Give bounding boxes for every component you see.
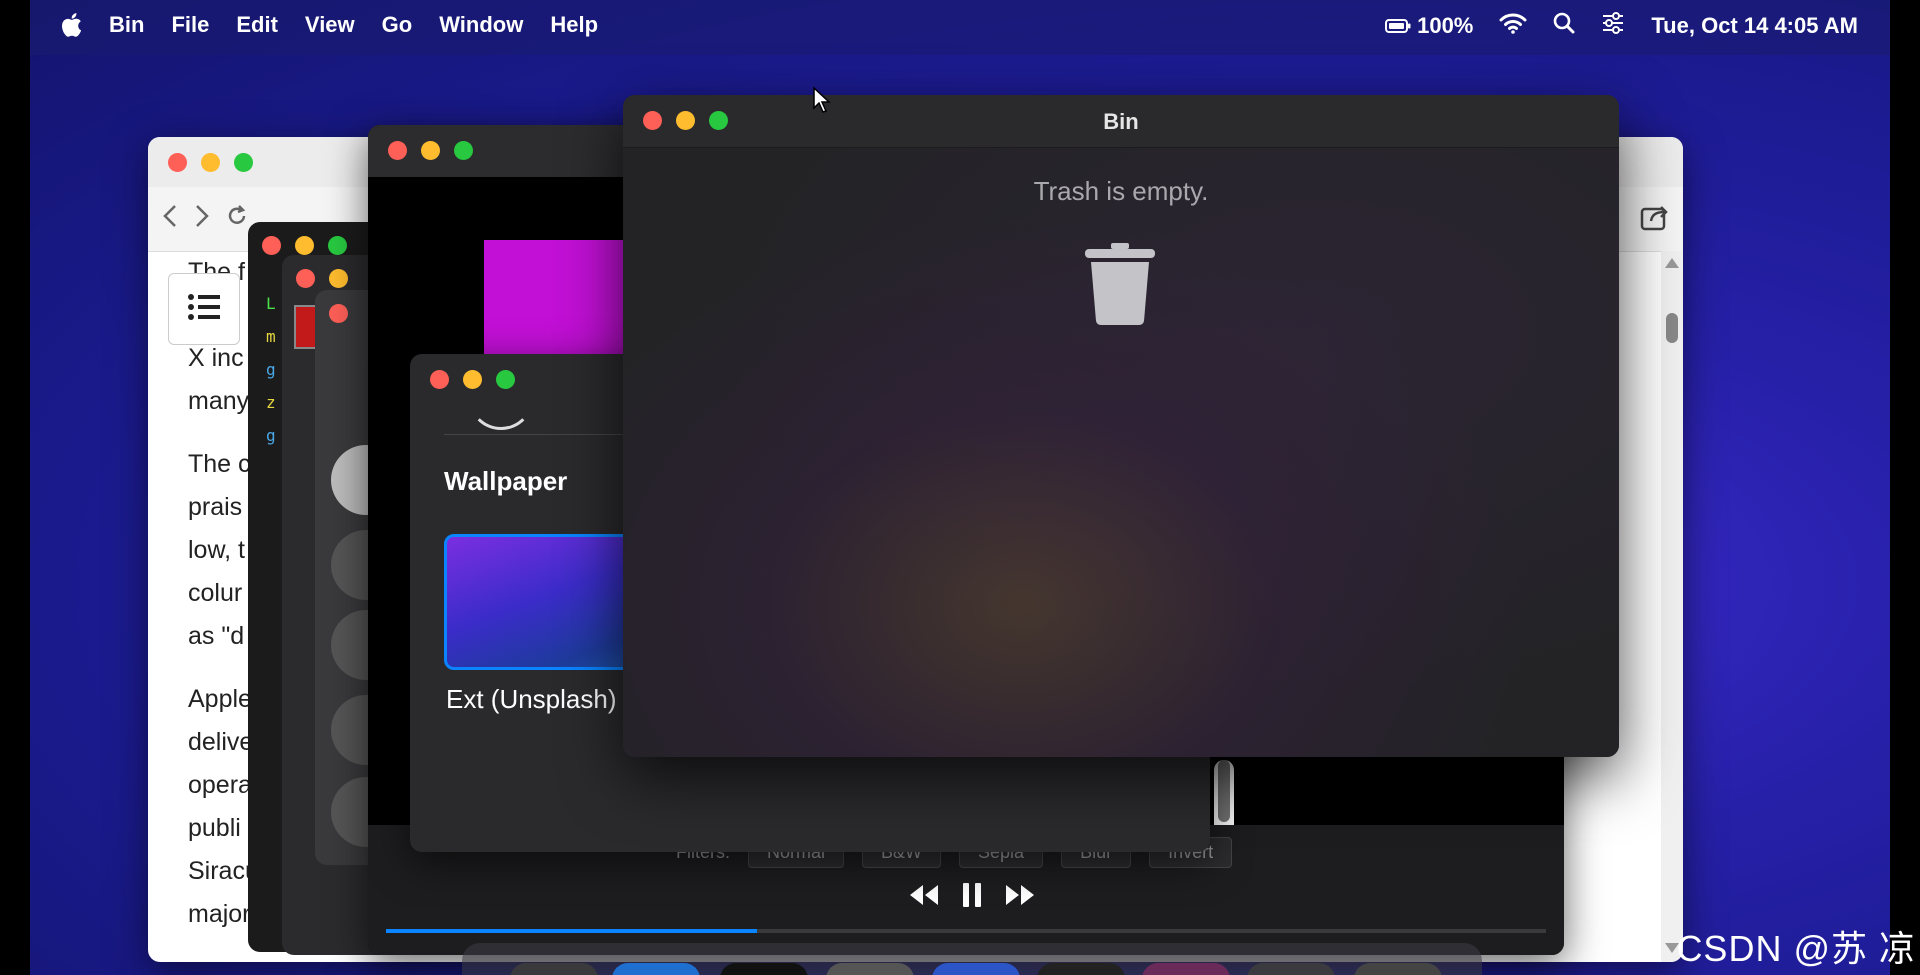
close-button[interactable] [262, 236, 281, 255]
reload-icon[interactable] [226, 203, 248, 236]
list-icon [187, 292, 221, 327]
trash-icon [1083, 243, 1157, 330]
menu-view[interactable]: View [305, 12, 355, 38]
apple-menu-icon[interactable] [60, 12, 82, 38]
dock-app-icon[interactable] [1037, 963, 1125, 975]
scroll-up-icon[interactable] [1665, 255, 1679, 273]
mouse-pointer-icon [812, 86, 832, 119]
desktop: Bin File Edit View Go Window Help 100% T… [30, 0, 1890, 975]
dock-app-icon[interactable] [1354, 963, 1442, 975]
wallpaper-section-title: Wallpaper [444, 466, 568, 496]
window-title: Bin [1103, 109, 1139, 134]
battery-percent: 100% [1417, 13, 1474, 38]
rewind-icon[interactable] [908, 883, 940, 912]
menu-go[interactable]: Go [382, 12, 413, 38]
watermark: CSDN @苏 凉 [1676, 928, 1916, 969]
dock-app-icon[interactable] [1142, 963, 1230, 975]
terminal-output: L m g z g [266, 294, 276, 445]
menu-edit[interactable]: Edit [236, 12, 278, 38]
scrollbar-thumb[interactable] [1666, 313, 1678, 343]
bin-titlebar[interactable]: Bin [623, 95, 1619, 148]
wifi-icon[interactable] [1499, 12, 1527, 40]
forward-icon[interactable] [194, 203, 210, 236]
menu-bar: Bin File Edit View Go Window Help 100% T… [30, 0, 1890, 55]
close-button[interactable] [430, 370, 449, 389]
minimize-button[interactable] [295, 236, 314, 255]
dock-app-icon[interactable] [720, 963, 808, 975]
menu-file[interactable]: File [171, 12, 209, 38]
empty-message: Trash is empty. [1033, 176, 1209, 206]
zoom-button[interactable] [234, 153, 253, 172]
fast-forward-icon[interactable] [1004, 883, 1036, 912]
share-icon[interactable] [1639, 201, 1671, 233]
menu-app-name[interactable]: Bin [109, 12, 144, 38]
minimize-button[interactable] [329, 269, 348, 288]
browser-scrollbar[interactable] [1661, 251, 1683, 962]
spotlight-search-icon[interactable] [1553, 12, 1575, 40]
back-icon[interactable] [162, 203, 178, 236]
close-button[interactable] [388, 141, 407, 160]
bin-window: Bin Trash is empty. [623, 95, 1619, 757]
dock [462, 943, 1482, 975]
menu-window[interactable]: Window [439, 12, 523, 38]
minimize-button[interactable] [421, 141, 440, 160]
zoom-button[interactable] [328, 236, 347, 255]
transport-controls [908, 881, 1036, 914]
dock-app-icon[interactable] [612, 963, 700, 975]
wallpaper-label: Ext (Unsplash) [446, 684, 617, 714]
dock-app-icon[interactable] [932, 963, 1020, 975]
pause-icon[interactable] [960, 881, 984, 914]
minimize-button[interactable] [201, 153, 220, 172]
dock-app-icon[interactable] [826, 963, 914, 975]
close-button[interactable] [329, 304, 348, 323]
dock-app-icon[interactable] [1247, 963, 1335, 975]
zoom-button[interactable] [454, 141, 473, 160]
table-of-contents-button[interactable] [168, 273, 240, 345]
menu-clock[interactable]: Tue, Oct 14 4:05 AM [1651, 13, 1858, 39]
image-preview [484, 240, 634, 360]
avatar [468, 364, 534, 430]
menu-help[interactable]: Help [550, 12, 598, 38]
close-button[interactable] [296, 269, 315, 288]
scrollbar-thumb[interactable] [1218, 760, 1230, 822]
battery-icon [1385, 13, 1411, 39]
playback-progress-fill [386, 929, 758, 933]
close-button[interactable] [168, 153, 187, 172]
battery-status[interactable]: 100% [1385, 13, 1473, 39]
bin-content: Trash is empty. [623, 148, 1619, 757]
control-center-icon[interactable] [1601, 12, 1625, 40]
playback-progress[interactable] [386, 929, 1546, 933]
dock-app-icon[interactable] [510, 963, 598, 975]
